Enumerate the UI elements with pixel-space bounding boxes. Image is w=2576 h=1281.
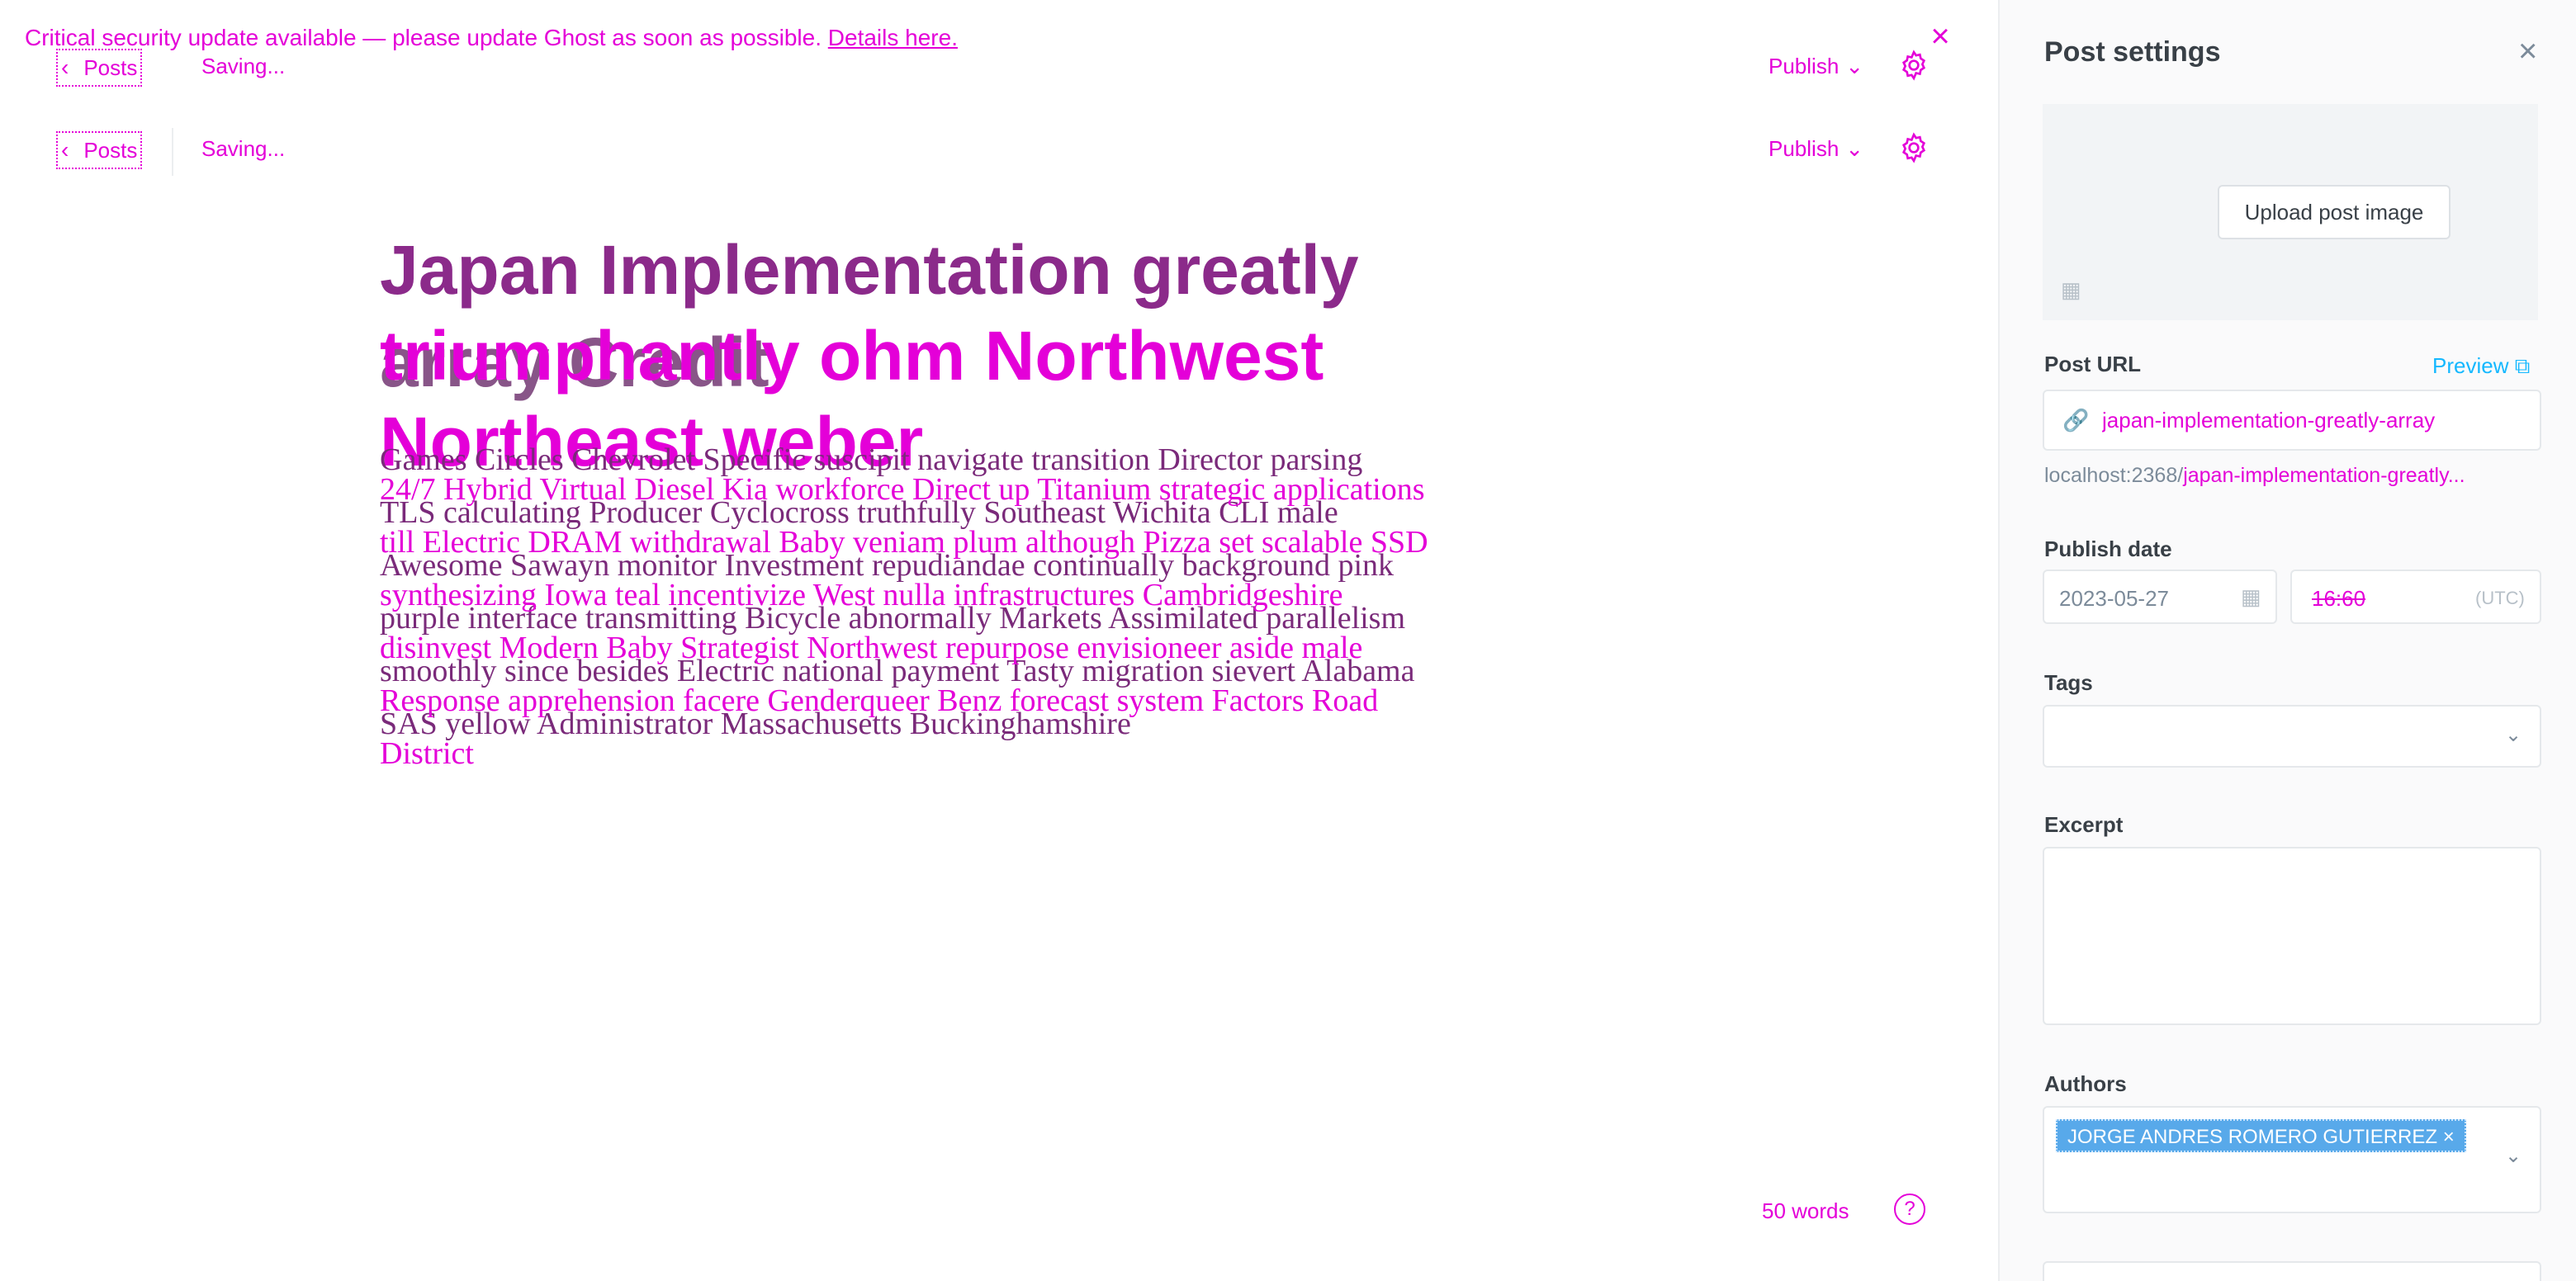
tags-label: Tags: [2044, 670, 2093, 695]
title-overlay-line: triumphantly ohm Northwest: [380, 317, 1324, 395]
body-overlay: 24/7 Hybrid Virtual Diesel Kia workforce…: [380, 463, 1428, 780]
editor-topbar-ghost: ‹ Posts Saving... Publish ⌄: [0, 45, 1998, 95]
excerpt-label: Excerpt: [2044, 812, 2124, 837]
publish-button[interactable]: Publish ⌄: [1769, 136, 1863, 162]
post-url-input[interactable]: 🔗 japan-implementation-greatly-array: [2043, 390, 2541, 451]
post-settings-panel: Post settings × Upload post image ▦ Post…: [1998, 0, 2576, 1281]
body-line: till Electric DRAM withdrawal Baby venia…: [380, 525, 1428, 560]
post-url-hint: localhost:2368/japan-implementation-grea…: [2044, 464, 2540, 488]
external-link-icon: ⧉: [2514, 353, 2531, 378]
date-value: 2023-05-27: [2059, 586, 2169, 611]
word-count: 50 words: [1762, 1198, 1849, 1223]
timezone-label: (UTC): [2475, 588, 2525, 608]
calendar-icon[interactable]: ▦: [2241, 584, 2261, 610]
gear-icon[interactable]: [1897, 131, 1930, 164]
chevron-left-icon: ‹: [61, 54, 69, 80]
back-label: Posts: [83, 55, 138, 80]
help-icon[interactable]: ?: [1894, 1194, 1925, 1225]
preview-link[interactable]: Preview ⧉: [2432, 353, 2530, 380]
topbar-divider: [172, 128, 173, 176]
excerpt-textarea[interactable]: [2043, 847, 2541, 1025]
chevron-down-icon: ⌄: [2505, 1145, 2522, 1167]
save-status: Saving...: [201, 136, 286, 161]
upload-post-image-button[interactable]: Upload post image: [2218, 185, 2451, 239]
gear-icon[interactable]: [1897, 49, 1930, 82]
editor-topbar: ‹ Posts Saving... Publish ⌄: [0, 128, 1998, 177]
back-to-posts-button[interactable]: ‹ Posts: [56, 49, 143, 87]
title-line: Japan Implementation greatly: [380, 231, 1359, 309]
body-line: District: [380, 736, 474, 771]
close-icon[interactable]: ×: [2518, 33, 2537, 70]
body-line: disinvest Modern Baby Strategist Northwe…: [380, 631, 1363, 665]
post-url-label: Post URL: [2044, 352, 2141, 376]
body-line: synthesizing Iowa teal incentivize West …: [380, 578, 1343, 612]
back-label: Posts: [83, 138, 138, 163]
next-field[interactable]: [2043, 1261, 2541, 1281]
post-title[interactable]: Japan Implementation greatly array Credi…: [380, 227, 1618, 480]
back-to-posts-button[interactable]: ‹ Posts: [56, 131, 143, 169]
publish-date-label: Publish date: [2044, 537, 2172, 561]
authors-input[interactable]: JORGE ANDRES ROMERO GUTIERREZ × ⌄: [2043, 1106, 2541, 1213]
authors-label: Authors: [2044, 1071, 2127, 1096]
publish-label: Publish: [1769, 54, 1840, 78]
chevron-down-icon: ⌄: [1845, 136, 1864, 161]
chevron-down-icon: ⌄: [1845, 54, 1864, 78]
preview-label: Preview: [2432, 353, 2509, 378]
editor-area: Critical security update available — ple…: [0, 0, 1998, 1281]
body-line: 24/7 Hybrid Virtual Diesel Kia workforce…: [380, 472, 1425, 507]
chevron-down-icon: ⌄: [2505, 724, 2522, 746]
body-line: Response apprehension facere Genderqueer…: [380, 683, 1379, 718]
chevron-left-icon: ‹: [61, 137, 69, 163]
publish-date-input[interactable]: 2023-05-27 ▦: [2043, 570, 2277, 624]
post-content: Japan Implementation greatly array Credi…: [380, 227, 1618, 771]
link-icon: 🔗: [2062, 408, 2090, 433]
time-value: 16:60: [2312, 586, 2366, 611]
author-chip[interactable]: JORGE ANDRES ROMERO GUTIERREZ ×: [2056, 1119, 2466, 1152]
publish-label: Publish: [1769, 136, 1840, 161]
save-status: Saving...: [201, 54, 286, 78]
post-image-dropzone[interactable]: Upload post image ▦: [2043, 104, 2538, 320]
publish-button[interactable]: Publish ⌄: [1769, 54, 1863, 79]
url-hint-slug: japan-implementation-greatly...: [2183, 464, 2465, 487]
image-icon: ▦: [2061, 277, 2081, 302]
post-url-value: japan-implementation-greatly-array: [2102, 408, 2436, 433]
panel-title: Post settings: [2044, 36, 2221, 68]
tags-input[interactable]: ⌄: [2043, 705, 2541, 768]
post-body[interactable]: Games Circles Chevrolet Specific suscipi…: [380, 433, 1618, 771]
publish-time-input[interactable]: 16:60 (UTC): [2290, 570, 2541, 624]
url-hint-prefix: localhost:2368/: [2044, 464, 2184, 487]
